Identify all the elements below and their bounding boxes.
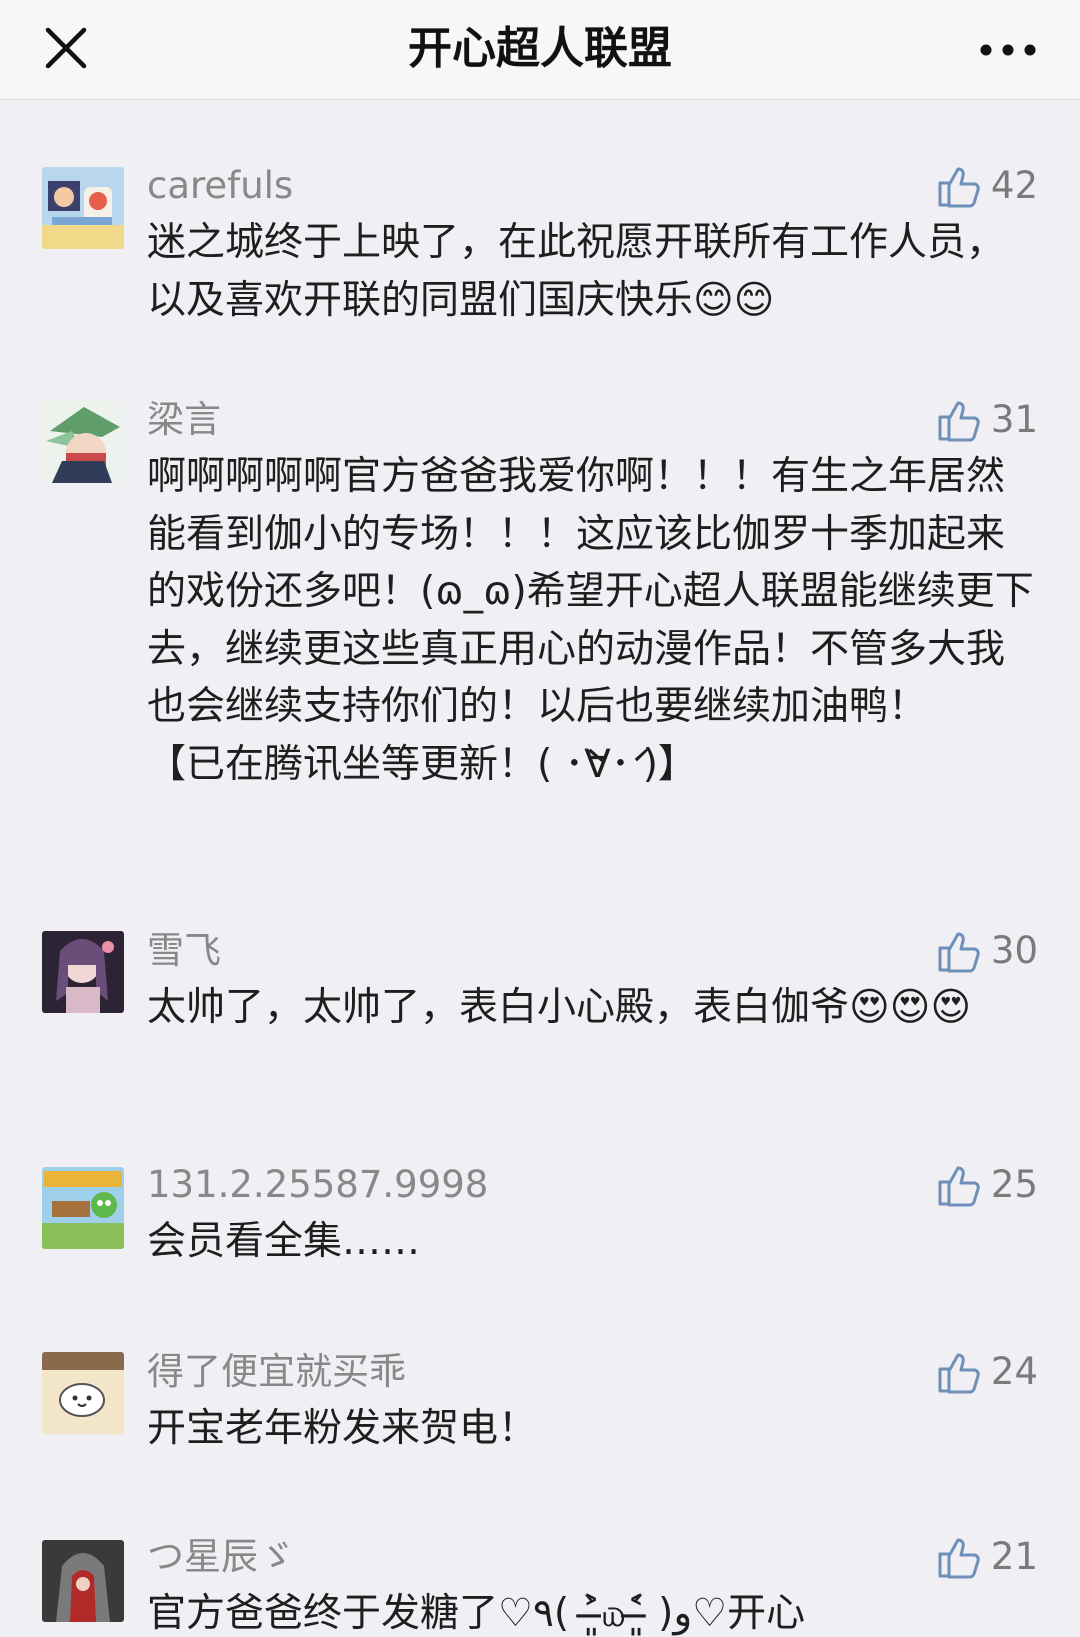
like-count: 24 (990, 1350, 1038, 1393)
thumbs-up-icon (938, 932, 980, 973)
avatar-image (42, 1167, 124, 1249)
like-button[interactable]: 42 (937, 161, 1038, 211)
comment-item: carefuls 42 迷之城终于上映了，在此祝愿开联所有工作人员，以及喜欢开联… (0, 101, 1080, 331)
comment-item: 雪飞 30 太帅了，太帅了，表白小心殿，表白伽爷😍😍😍 (0, 866, 1080, 1096)
like-count: 31 (990, 398, 1038, 441)
comment-text: 会员看全集…… (147, 1219, 421, 1264)
avatar-image (42, 401, 124, 483)
comment-username[interactable]: 得了便宜就买乖 (147, 1347, 406, 1397)
comment-username[interactable]: 雪飞 (147, 926, 221, 976)
comment-list: carefuls 42 迷之城终于上映了，在此祝愿开联所有工作人员，以及喜欢开联… (0, 101, 1080, 1637)
more-button[interactable] (970, 24, 1046, 76)
like-count: 25 (990, 1163, 1038, 1206)
comment-username[interactable]: 131.2.25587.9998 (147, 1160, 488, 1210)
avatar-image (42, 931, 124, 1013)
comment-item: 得了便宜就买乖 24 开宝老年粉发来贺电！ (0, 1286, 1080, 1466)
comment-username[interactable]: 梁言 (147, 395, 221, 445)
thumbs-up-icon (938, 1353, 980, 1394)
like-count: 30 (990, 929, 1038, 972)
avatar[interactable] (42, 1352, 124, 1434)
like-button[interactable]: 30 (937, 926, 1038, 976)
close-icon (45, 27, 87, 69)
avatar[interactable] (42, 1540, 124, 1622)
avatar[interactable] (42, 1167, 124, 1249)
comment-text: 太帅了，太帅了，表白小心殿，表白伽爷😍😍😍 (147, 985, 971, 1030)
comment-item: つ星辰ゞ 21 官方爸爸终于发糖了♡٩( ˃̶͈̀௰˂̶͈́ )و♡开心 (0, 1474, 1080, 1637)
avatar[interactable] (42, 931, 124, 1013)
comment-text: 官方爸爸终于发糖了♡٩( ˃̶͈̀௰˂̶͈́ )و♡开心 (147, 1591, 806, 1636)
comment-text: 迷之城终于上映了，在此祝愿开联所有工作人员，以及喜欢开联的同盟们国庆快乐😊😊 (147, 220, 1006, 323)
thumbs-up-icon (938, 1538, 980, 1579)
avatar[interactable] (42, 401, 124, 483)
comment-item: 131.2.25587.9998 25 会员看全集…… (0, 1101, 1080, 1276)
avatar-image (42, 167, 124, 249)
like-button[interactable]: 21 (937, 1532, 1038, 1582)
avatar[interactable] (42, 167, 124, 249)
page-title: 开心超人联盟 (408, 23, 672, 74)
like-button[interactable]: 24 (937, 1347, 1038, 1397)
comment-text: 啊啊啊啊啊官方爸爸我爱你啊！！！有生之年居然能看到伽小的专场！！！这应该比伽罗十… (147, 454, 1034, 787)
thumbs-up-icon (938, 401, 980, 442)
close-button[interactable] (40, 22, 92, 74)
like-count: 21 (990, 1535, 1038, 1578)
like-count: 42 (990, 164, 1038, 207)
like-button[interactable]: 31 (937, 395, 1038, 445)
comment-item: 梁言 31 啊啊啊啊啊官方爸爸我爱你啊！！！有生之年居然能看到伽小的专场！！！这… (0, 336, 1080, 841)
avatar-image (42, 1540, 124, 1622)
comment-username[interactable]: carefuls (147, 161, 293, 211)
comment-username[interactable]: つ星辰ゞ (147, 1532, 295, 1582)
thumbs-up-icon (938, 1166, 980, 1207)
more-icon (980, 44, 1036, 56)
comment-text: 开宝老年粉发来贺电！ (147, 1406, 538, 1451)
navbar: 开心超人联盟 (0, 0, 1080, 100)
avatar-image (42, 1352, 124, 1434)
thumbs-up-icon (938, 167, 980, 208)
like-button[interactable]: 25 (937, 1160, 1038, 1210)
